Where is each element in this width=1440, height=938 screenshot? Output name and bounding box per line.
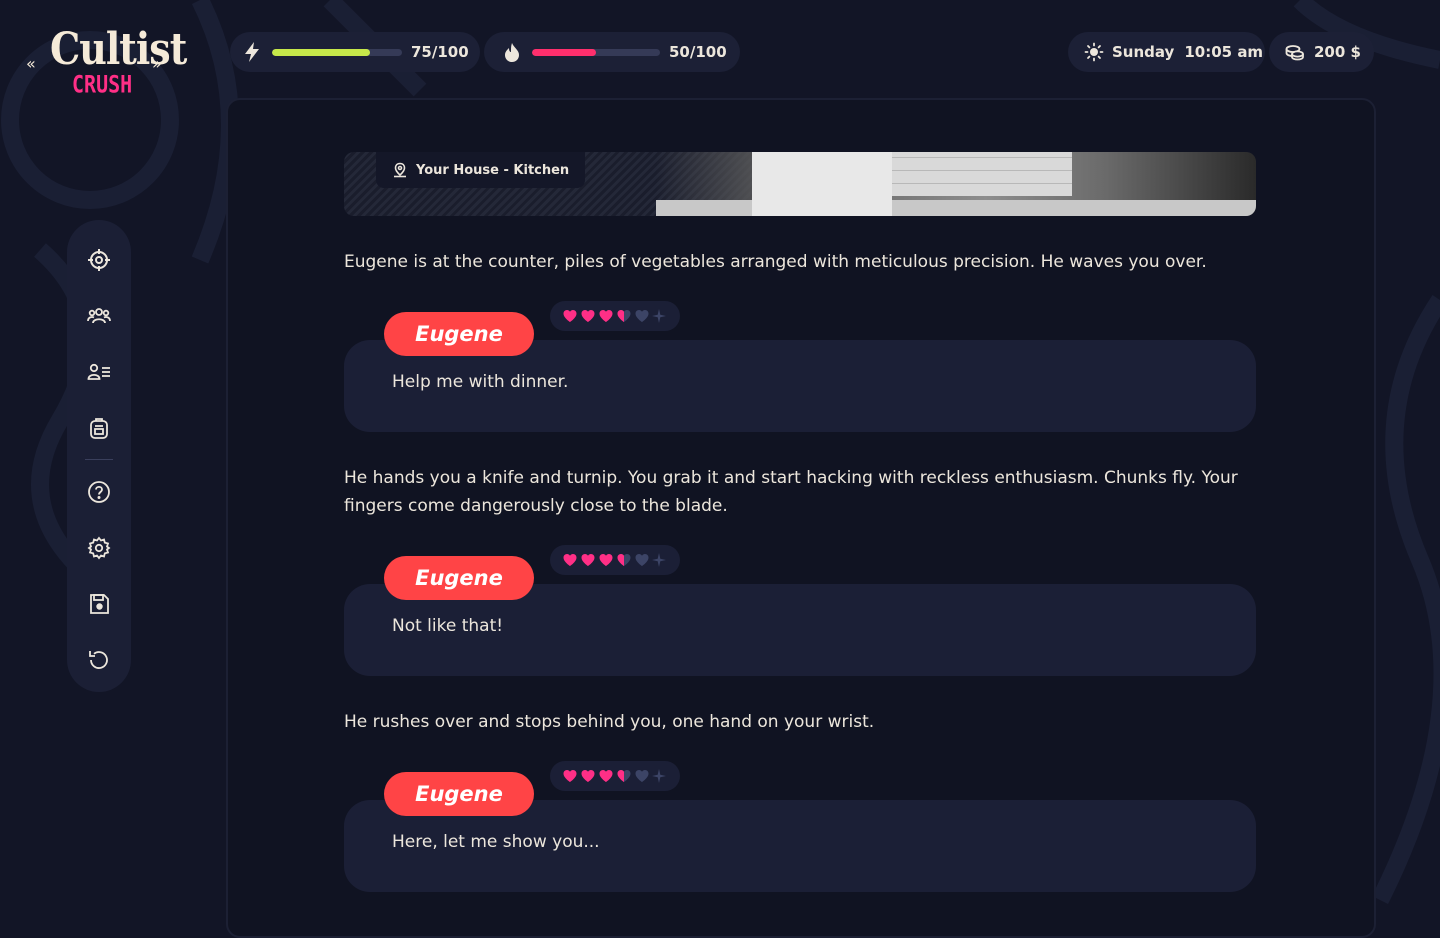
money-display: 200 $ (1269, 32, 1374, 72)
heart-icon (599, 770, 613, 782)
logo-right-ornament: » (152, 54, 162, 73)
heart-icon (635, 554, 649, 566)
passion-bar-fill (532, 48, 596, 56)
characters-button[interactable] (87, 304, 111, 328)
heart-icon (563, 310, 577, 322)
dialogue-text: Help me with dinner. (392, 372, 569, 392)
coins-icon (1285, 43, 1305, 61)
logo-subtitle: CRUSH (72, 69, 133, 99)
passion-meter: 50/100 (484, 32, 740, 72)
passion-value: 50/100 (669, 43, 727, 61)
energy-meter: 75/100 (230, 32, 480, 72)
location-name: Your House - Kitchen (416, 162, 570, 178)
logo-title: Cultist (50, 22, 187, 75)
sparkle-icon (652, 553, 666, 567)
logo-left-ornament: « (26, 54, 36, 73)
time-label: 10:05 am (1184, 43, 1264, 61)
speaker-name-tag: Eugene (384, 772, 534, 816)
heart-icon (563, 770, 577, 782)
energy-bar (272, 48, 402, 56)
day-label: Sunday (1112, 43, 1175, 61)
heart-icon (599, 310, 613, 322)
heart-icon (635, 310, 649, 322)
dialogue-text: Here, let me show you... (392, 832, 600, 852)
energy-value: 75/100 (411, 43, 469, 61)
gear-icon (87, 536, 111, 560)
profile-list-icon (87, 363, 110, 380)
heart-icon (617, 770, 631, 782)
save-icon (90, 594, 109, 614)
inventory-button[interactable] (87, 416, 111, 440)
narration-text: Eugene is at the counter, piles of veget… (344, 252, 1207, 272)
lightning-icon (242, 41, 262, 63)
speaker-name-tag: Eugene (384, 312, 534, 356)
time-display: Sunday 10:05 am (1068, 32, 1265, 72)
speaker-name-tag: Eugene (384, 556, 534, 600)
money-value: 200 $ (1314, 43, 1361, 61)
sun-icon (1084, 42, 1104, 62)
help-button[interactable] (87, 480, 111, 504)
location-pin-icon (394, 162, 406, 178)
location-label: Your House - Kitchen (376, 152, 586, 188)
restart-icon (89, 651, 108, 669)
game-logo: « Cultist CRUSH » (26, 23, 187, 100)
save-button[interactable] (87, 592, 111, 616)
narration-text: He rushes over and stops behind you, one… (344, 712, 875, 732)
question-icon (88, 481, 110, 503)
profile-button[interactable] (87, 360, 111, 384)
heart-icon (617, 554, 631, 566)
group-icon (87, 308, 111, 324)
settings-button[interactable] (87, 536, 111, 560)
affection-meter (550, 545, 680, 575)
sparkle-icon (652, 309, 666, 323)
heart-icon (581, 770, 595, 782)
backpack-icon (90, 418, 108, 439)
passion-bar (532, 48, 660, 56)
heart-icon (635, 770, 649, 782)
energy-bar-fill (272, 48, 370, 56)
narration-text: He hands you a knife and turnip. You gra… (344, 468, 1238, 516)
dialogue-text: Not like that! (392, 616, 504, 636)
sidebar-divider (85, 459, 113, 460)
sidebar (67, 220, 131, 692)
kitchen-image (656, 152, 1256, 216)
heart-icon (599, 554, 613, 566)
crosshair-icon (88, 249, 110, 271)
map-button[interactable] (87, 248, 111, 272)
heart-icon (617, 310, 631, 322)
affection-meter (550, 301, 680, 331)
sparkle-icon (652, 769, 666, 783)
flame-icon (502, 41, 522, 63)
affection-meter (550, 761, 680, 791)
heart-icon (581, 554, 595, 566)
heart-icon (581, 310, 595, 322)
heart-icon (563, 554, 577, 566)
restart-button[interactable] (87, 648, 111, 672)
